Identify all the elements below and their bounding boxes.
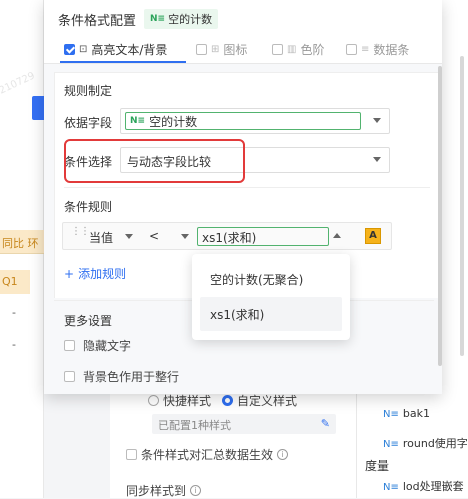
number-field-icon: N≡ bbox=[130, 116, 146, 126]
dropdown-option[interactable]: xs1(求和) bbox=[200, 297, 342, 331]
dropdown-option[interactable]: 空的计数(无聚合) bbox=[200, 262, 342, 296]
edit-icon[interactable]: ✎ bbox=[321, 417, 330, 430]
checkbox-icon[interactable] bbox=[64, 340, 75, 351]
checkbox-checked-icon[interactable] bbox=[64, 44, 75, 55]
tab-databar[interactable]: ≡ 数据条 bbox=[346, 41, 409, 58]
q1-cell: Q1 bbox=[0, 270, 30, 294]
field-chip: N≡ 空的计数 bbox=[125, 112, 361, 130]
checkbox-icon[interactable] bbox=[126, 449, 137, 460]
hide-text-option[interactable]: 隐藏文字 bbox=[64, 337, 131, 354]
chevron-down-icon bbox=[373, 118, 381, 123]
divider bbox=[64, 187, 430, 188]
checkbox-icon[interactable] bbox=[272, 44, 283, 55]
text-icon: ⊡ bbox=[79, 44, 88, 55]
text-format-icon[interactable]: A bbox=[365, 228, 381, 244]
rule-row: ⋮⋮ 当值 < xs1(求和) A bbox=[62, 222, 392, 250]
color-scale-icon: ▥ bbox=[287, 44, 297, 55]
number-field-icon: N≡ bbox=[383, 439, 399, 450]
drag-handle-icon[interactable]: ⋮⋮ bbox=[71, 227, 90, 237]
databar-icon: ≡ bbox=[361, 44, 370, 55]
checkbox-icon[interactable] bbox=[346, 44, 357, 55]
table-cell: - bbox=[12, 338, 16, 351]
column-header: 同比 环 bbox=[0, 230, 44, 254]
active-tab-indicator bbox=[60, 61, 186, 63]
watermark-text: 210729 bbox=[0, 70, 37, 97]
radio-selected-icon[interactable] bbox=[222, 395, 233, 406]
number-field-icon: N≡ bbox=[383, 482, 399, 493]
bg-whole-row-option[interactable]: 背景色作用于整行 bbox=[64, 368, 179, 385]
tab-highlight[interactable]: ⊡ 高亮文本/背景 bbox=[64, 41, 167, 58]
info-icon: i bbox=[190, 485, 202, 496]
configured-style-box[interactable]: 已配置1种样式 ✎ bbox=[152, 414, 336, 434]
grid-icon: ⊞ bbox=[211, 44, 220, 55]
info-icon: i bbox=[277, 449, 289, 460]
chevron-down-icon[interactable] bbox=[125, 234, 133, 239]
dialog-scrollbar[interactable] bbox=[438, 66, 442, 366]
style-quick-option[interactable]: 快捷样式 bbox=[148, 392, 211, 409]
more-settings-title: 更多设置 bbox=[64, 314, 113, 328]
rules-section-title: 规则制定 bbox=[64, 84, 113, 98]
field-label: 依据字段 bbox=[64, 116, 113, 130]
operator-select[interactable]: < bbox=[149, 229, 159, 243]
measure-section-title: 度量 bbox=[365, 459, 390, 473]
chevron-up-icon[interactable] bbox=[333, 233, 341, 238]
rule-value-select[interactable]: xs1(求和) bbox=[197, 227, 329, 246]
chevron-down-icon bbox=[373, 157, 381, 162]
plus-icon: + bbox=[64, 266, 75, 281]
checkbox-icon[interactable] bbox=[64, 371, 75, 382]
number-field-icon: N≡ bbox=[383, 409, 399, 420]
number-field-icon: N≡ bbox=[150, 14, 166, 24]
apply-summary-option[interactable]: 条件样式对汇总数据生效 i bbox=[126, 446, 289, 463]
add-rule-button[interactable]: + 添加规则 bbox=[64, 265, 126, 282]
field-item-bak1[interactable]: N≡ bak1 bbox=[383, 407, 468, 420]
format-tabs: ⊡ 高亮文本/背景 ⊞ 图标 ▥ 色阶 ≡ 数据条 bbox=[44, 34, 442, 64]
tab-icon[interactable]: ⊞ 图标 bbox=[196, 41, 247, 58]
field-tag: N≡ 空的计数 bbox=[144, 9, 219, 29]
rule-section-title: 条件规则 bbox=[64, 200, 113, 214]
field-dropdown-menu: 空的计数(无聚合) xs1(求和) bbox=[192, 254, 350, 340]
checkbox-icon[interactable] bbox=[196, 44, 207, 55]
style-settings-panel: 快捷样式 自定义样式 已配置1种样式 ✎ 条件样式对汇总数据生效 i 同步样式到 i bbox=[110, 376, 356, 498]
highlight-annotation bbox=[64, 139, 245, 183]
radio-icon[interactable] bbox=[148, 395, 159, 406]
field-item-lod[interactable]: N≡ lod处理嵌套 bbox=[383, 478, 468, 494]
table-cell: - bbox=[12, 306, 16, 319]
tab-color-scale[interactable]: ▥ 色阶 bbox=[272, 41, 324, 58]
field-item-round[interactable]: N≡ round使用字 bbox=[383, 435, 468, 451]
sync-style-label: 同步样式到 i bbox=[126, 482, 202, 499]
field-select[interactable]: N≡ 空的计数 bbox=[120, 108, 390, 134]
style-custom-option[interactable]: 自定义样式 bbox=[222, 392, 297, 409]
background-left-panel: 210729 同比 环 Q1 - - bbox=[0, 0, 46, 498]
dialog-title: 条件格式配置 N≡ 空的计数 bbox=[58, 9, 219, 29]
chevron-down-icon[interactable] bbox=[181, 234, 189, 239]
